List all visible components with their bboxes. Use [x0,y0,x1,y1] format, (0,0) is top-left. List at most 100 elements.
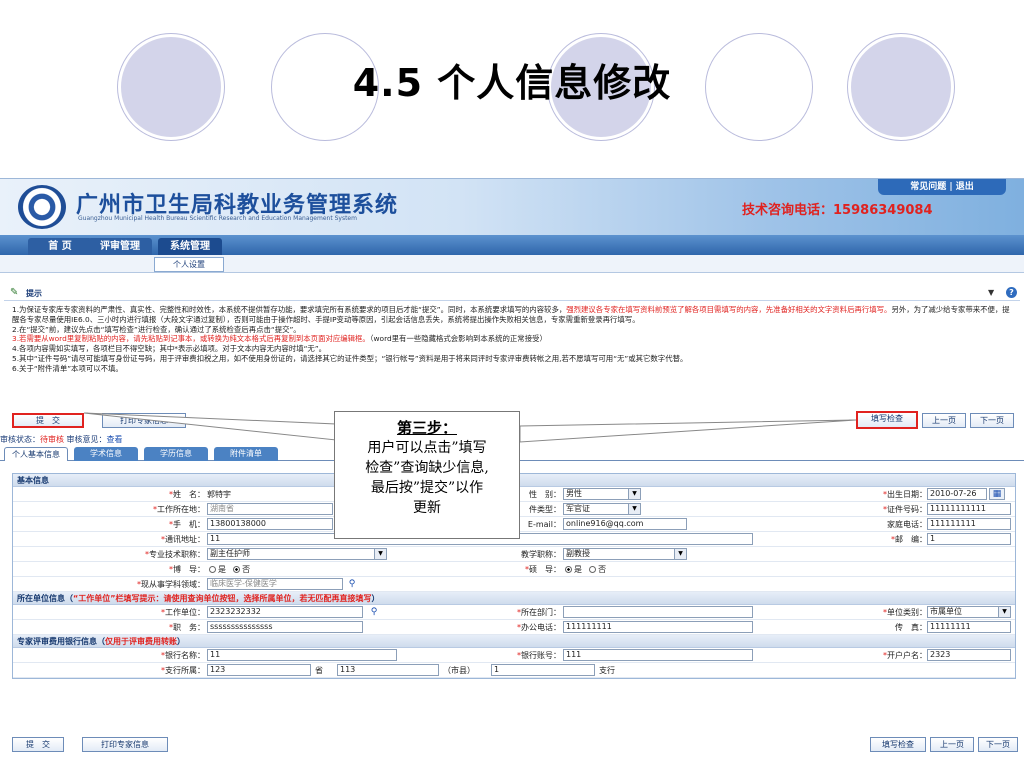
tab-academic-info[interactable]: 学术信息 [74,447,138,461]
radio-checked-icon[interactable] [233,566,241,573]
branch-county-input[interactable]: 1 [491,664,595,676]
email-input[interactable]: online916@qq.com [563,518,687,530]
mobile-input[interactable]: 13800138000 [207,518,333,530]
duty-input[interactable]: sssssssssssssss [207,621,363,633]
tab-education-info[interactable]: 学历信息 [144,447,208,461]
birth-date-input[interactable]: 2010-07-26 [927,488,987,500]
pencil-icon: ✎ [10,287,19,298]
branch-province-input[interactable]: 123 [207,664,311,676]
fax-label: 传 真： [895,623,927,632]
header-banner: 广州市卫生局科教业务管理系统 Guangzhou Municipal Healt… [0,179,1024,235]
branch-city-input[interactable]: 113 [337,664,439,676]
submit-button-bottom[interactable]: 提 交 [12,737,64,752]
link-separator: | [949,182,953,192]
form-row: *工作单位： 2323232332 ⚲ *所在部门： *单位类别： 市属单位 [13,605,1015,620]
account-input[interactable]: 111 [563,649,753,661]
check-button[interactable]: 填写检查 [856,411,918,429]
logout-link[interactable]: 退出 [956,182,974,192]
tips-body: 1.为保证专家库专家资料的严肃性、真实性、完整性和时效性，本系统不提供暂存功能，… [12,305,1016,374]
bank-label: *银行名称： [161,651,205,660]
zip-input[interactable]: 1 [927,533,1011,545]
radio-icon[interactable] [589,566,597,573]
check-button-bottom[interactable]: 填写检查 [870,737,926,752]
field-input[interactable]: 临床医学-保健医学 [207,578,343,590]
holder-label: *开户户名： [883,651,927,660]
teach-title-select[interactable]: 副教授 [563,548,687,560]
help-icon[interactable]: ? [1006,287,1017,298]
tip-line-1: 1.为保证专家库专家资料的严肃性、真实性、完整性和时效性，本系统不提供暂存功能，… [12,305,1016,325]
nav-tab-review[interactable]: 评审管理 [88,238,152,255]
next-page-button-bottom[interactable]: 下一页 [978,737,1018,752]
title-label: *专业技术职称： [145,550,205,559]
callout-heading: 第三步： [396,419,457,437]
nav-tab-system[interactable]: 系统管理 [158,238,222,255]
title-select[interactable]: 副主任护师 [207,548,387,560]
logo-seal-icon [18,185,66,229]
prev-page-button-bottom[interactable]: 上一页 [930,737,974,752]
prev-page-button[interactable]: 上一页 [922,413,966,428]
tips-title: 提示 [26,289,42,298]
collapse-caret-icon[interactable]: ▼ [988,288,994,297]
radio-label: 否 [598,565,607,574]
tip-text-highlight: 3.若需要从word里复制粘贴的内容，请先粘贴到记事本，或转换为纯文本格式后再复… [12,334,370,344]
faq-link[interactable]: 常见问题 [910,182,946,192]
homephone-input[interactable]: 111111111 [927,518,1011,530]
workplace-input[interactable]: 湖南省 [207,503,333,515]
status-label: 审核状态： [0,435,40,444]
radio-checked-icon[interactable] [565,566,572,573]
zip-label: *邮 编： [891,535,927,544]
branch-label: *支行所属： [161,666,205,675]
tip-text: 1.为保证专家库专家资料的严肃性、真实性、完整性和时效性，本系统不提供暂存功能，… [12,305,567,314]
tab-attachments[interactable]: 附件清单 [214,447,278,461]
form-row: *支行所属： 123 省 113 （市县） 1 支行 [13,663,1015,678]
radio-icon[interactable] [209,566,216,573]
next-page-button[interactable]: 下一页 [970,413,1014,428]
tips-header[interactable]: ✎ 提示 ▼ ? [4,287,1020,301]
tab-basic-info[interactable]: 个人基本信息 [4,447,68,461]
tip-text: （word里有一些隐藏格式会影响到本系统的正常接受） [369,334,547,344]
radio-label: 否 [242,565,251,574]
form-row: *银行名称： 11 *银行账号： 111 *开户户名： 2323 [13,648,1015,663]
search-icon[interactable]: ⚲ [367,605,381,619]
idnum-label: *证件号码： [883,505,927,514]
unittype-label: *单位类别： [883,608,927,617]
dept-input[interactable] [563,606,753,618]
subnav-item-personal-settings[interactable]: 个人设置 [154,257,224,272]
teach-title-label: 教学职称： [521,550,561,559]
unit-input[interactable]: 2323232332 [207,606,363,618]
master-supervisor-radios[interactable]: 是 否 [563,562,606,577]
name-label: *姓 名： [169,490,205,499]
account-label: *银行账号： [517,651,561,660]
fax-input[interactable]: 11111111 [927,621,1011,633]
idnum-input[interactable]: 11111111111 [927,503,1011,515]
city-suffix: （市县） [443,666,475,675]
section-bank: 专家评审费用银行信息（仅用于评审费用转账） [13,635,1015,648]
mobile-label: *手 机： [169,520,205,529]
calendar-icon[interactable]: ▦ [989,488,1005,500]
office-phone-input[interactable]: 111111111 [563,621,753,633]
opinion-label: 审核意见： [66,435,107,444]
print-button[interactable]: 打印专家信息 [102,413,186,428]
main-nav: 首 页 评审管理 系统管理 [0,235,1024,255]
unittype-select[interactable]: 市属单位 [927,606,1011,618]
tip-text-highlight: 强烈建议各专家在填写资料前预览了解各项目需填写的内容，先准备好相关的文字资料后再… [566,305,892,314]
phd-supervisor-radios[interactable]: 是 否 [207,562,250,577]
action-bar-bottom: 提 交 打印专家信息 填写检查 上一页 下一页 [0,735,1024,755]
idtype-select[interactable]: 军官证 [563,503,641,515]
field-label: *现从事学科领域： [137,580,205,589]
submit-button[interactable]: 提 交 [12,413,84,428]
callout-line: 最后按”提交”以作 [370,480,484,496]
nav-tab-home[interactable]: 首 页 [28,238,92,255]
search-icon[interactable]: ⚲ [345,577,359,591]
sub-nav: 个人设置 [0,255,1024,273]
opinion-link[interactable]: 查看 [107,435,123,444]
print-button-bottom[interactable]: 打印专家信息 [82,737,168,752]
form-row: *专业技术职称： 副主任护师 教学职称： 副教授 [13,547,1015,562]
slide-title: 4.5 个人信息修改 [352,61,672,105]
phd-supervisor-label: *博 导： [169,565,205,574]
top-links: 常见问题 | 退出 [878,179,1006,195]
bank-input[interactable]: 11 [207,649,397,661]
gender-select[interactable]: 男性 [563,488,641,500]
holder-input[interactable]: 2323 [927,649,1011,661]
tip-line-4: 4.各项内容需如实填写，各项栏目不得空缺；其中*表示必填项。对于文本内容无内容时… [12,344,327,354]
